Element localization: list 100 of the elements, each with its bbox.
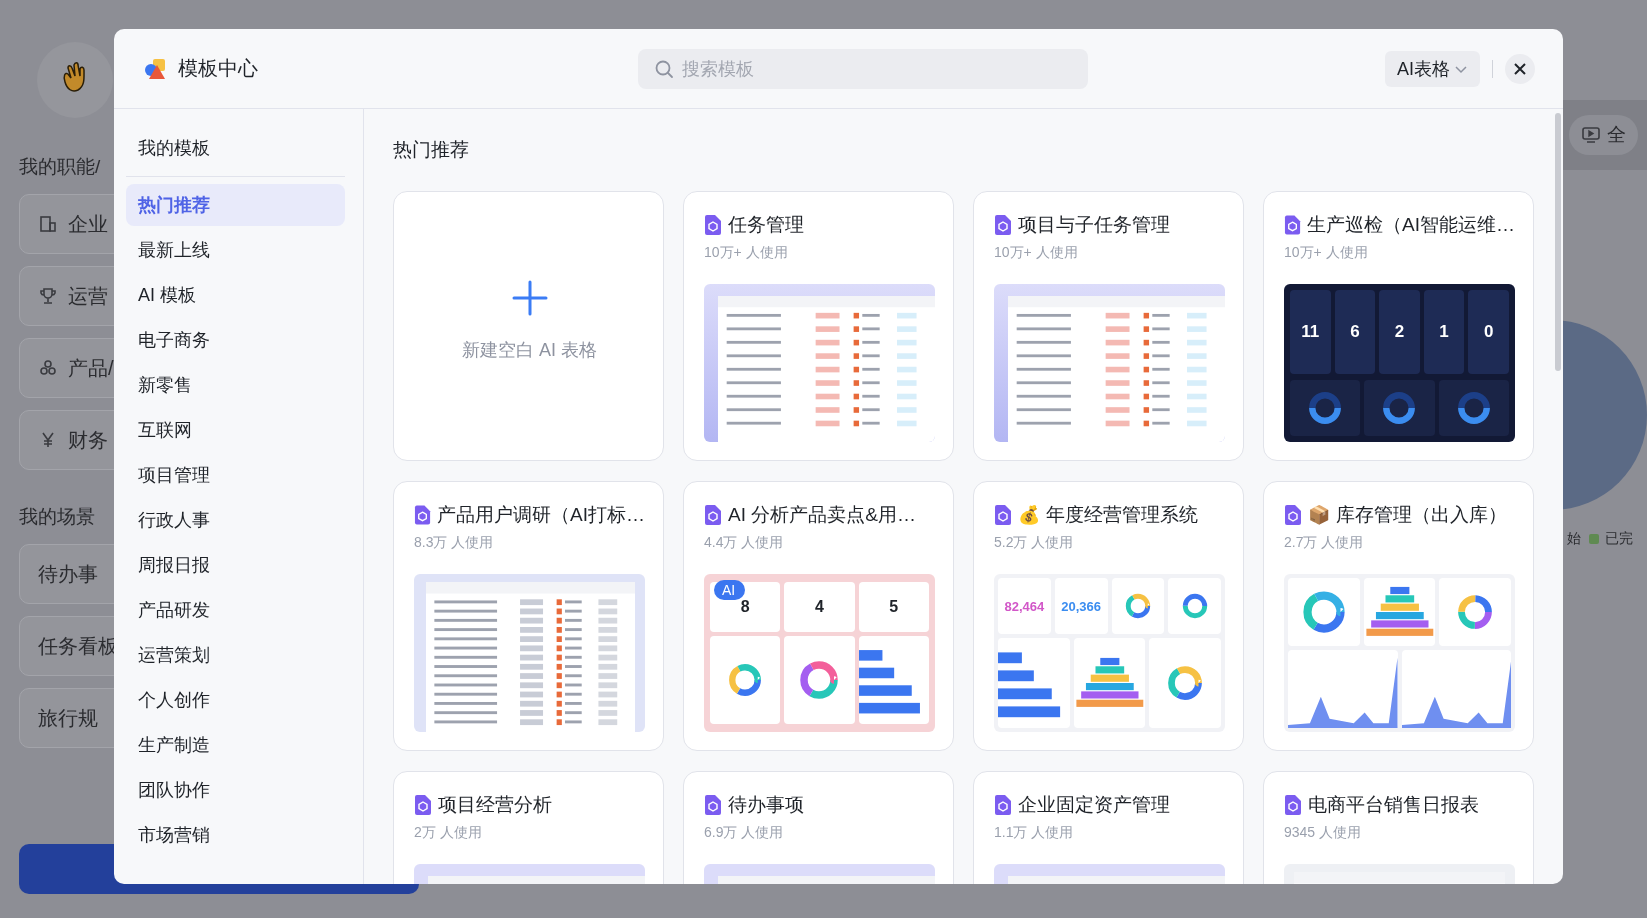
- usage-count: 9345 人使用: [1284, 824, 1363, 842]
- card-title: 待办事项: [728, 793, 804, 817]
- document-icon: [704, 795, 722, 815]
- card-title: 年度经营管理系统: [1046, 503, 1198, 527]
- card-title: 项目经营分析: [438, 793, 552, 817]
- close-button[interactable]: [1505, 53, 1535, 84]
- legend-item: 始: [1567, 530, 1581, 548]
- card-title: 项目与子任务管理: [1018, 213, 1170, 237]
- section-title: 热门推荐: [393, 138, 470, 162]
- usage-count: 5.2万 人使用: [994, 534, 1075, 552]
- stat-number: 5: [889, 598, 899, 616]
- plus-icon: [511, 280, 548, 316]
- stat-number: 1: [1439, 322, 1449, 342]
- stat-number: 4: [815, 598, 824, 616]
- tile-label: 旅行规: [38, 705, 98, 731]
- type-dropdown[interactable]: AI表格: [1385, 50, 1480, 87]
- emoji-icon: 💰: [1018, 506, 1040, 524]
- donut-chart-drawing: [1382, 391, 1417, 425]
- sidebar-item[interactable]: 热门推荐: [126, 184, 345, 226]
- card-title: 企业固定资产管理: [1018, 793, 1170, 817]
- template-card[interactable]: 生产巡检（AI智能运维… 10万+ 人使用 11 6 2 1 0: [1263, 191, 1534, 461]
- donut-chart-drawing: [1181, 593, 1208, 619]
- usage-count: 6.9万 人使用: [704, 824, 785, 842]
- usage-count: 10万+ 人使用: [994, 244, 1079, 262]
- document-icon: [1284, 215, 1302, 235]
- usage-count: 2.7万 人使用: [1284, 534, 1365, 552]
- sidebar-item[interactable]: 市场营销: [126, 814, 345, 856]
- tile-label: 产品/: [68, 355, 114, 381]
- template-card[interactable]: 电商平台销售日报表 9345 人使用: [1263, 771, 1534, 884]
- document-icon: [994, 215, 1012, 235]
- section-heading: 我的场景: [19, 505, 95, 529]
- card-title: 产品用户调研（AI打标…: [437, 503, 645, 527]
- sidebar-item[interactable]: 项目管理: [126, 454, 345, 496]
- sidebar-item[interactable]: 产品研发: [126, 589, 345, 631]
- app-logo-icon: [144, 56, 168, 81]
- trophy-icon: [38, 286, 58, 306]
- donut-chart-drawing: [799, 660, 840, 700]
- document-icon: [994, 795, 1012, 815]
- template-card[interactable]: 项目与子任务管理 10万+ 人使用: [973, 191, 1244, 461]
- sidebar-item[interactable]: 个人创作: [126, 679, 345, 721]
- emoji-icon: 📦: [1308, 506, 1330, 524]
- shapes-icon: [38, 358, 58, 378]
- sidebar-item[interactable]: AI 模板: [126, 274, 345, 316]
- template-card[interactable]: 💰 年度经营管理系统 5.2万 人使用 82,464 20,366: [973, 481, 1244, 751]
- stat-number: 2: [1394, 322, 1405, 342]
- legend-item: 已完: [1589, 530, 1633, 548]
- usage-count: 4.4万 人使用: [704, 534, 785, 552]
- dialog-title: 模板中心: [178, 56, 258, 81]
- document-icon: [1284, 795, 1302, 815]
- donut-chart-drawing: [1456, 391, 1491, 425]
- donut-chart-drawing: [1457, 594, 1494, 630]
- document-icon: [704, 215, 722, 235]
- stat-number: 11: [1301, 322, 1320, 342]
- template-card[interactable]: 项目经营分析 2万 人使用: [393, 771, 664, 884]
- sidebar-item[interactable]: 最新上线: [126, 229, 345, 271]
- donut-chart-drawing: [1167, 665, 1204, 701]
- template-card[interactable]: 📦 库存管理（出入库） 2.7万 人使用: [1263, 481, 1534, 751]
- document-icon: [1284, 505, 1302, 525]
- sidebar-item[interactable]: 周报日报: [126, 544, 345, 586]
- sidebar-item[interactable]: 新零售: [126, 364, 345, 406]
- stat-number: 20,366: [1061, 598, 1101, 614]
- tile-label: 企业: [68, 211, 108, 237]
- template-card[interactable]: 任务管理 10万+ 人使用: [683, 191, 954, 461]
- sidebar-item[interactable]: 生产制造: [126, 724, 345, 766]
- usage-count: 10万+ 人使用: [1284, 244, 1369, 262]
- card-title: 生产巡检（AI智能运维…: [1307, 213, 1515, 237]
- document-icon: [414, 795, 432, 815]
- donut-chart-drawing: [1124, 593, 1151, 619]
- template-card[interactable]: 产品用户调研（AI打标… 8.3万 人使用: [393, 481, 664, 751]
- ai-badge: AI: [714, 580, 746, 600]
- template-card[interactable]: 待办事项 6.9万 人使用: [683, 771, 954, 884]
- card-title: 库存管理（出入库）: [1336, 503, 1507, 527]
- donut-chart-drawing: [728, 663, 763, 697]
- sidebar-item[interactable]: 团队协作: [126, 769, 345, 811]
- monitor-play-icon: [1581, 125, 1601, 145]
- fullscreen-button[interactable]: 全: [1569, 115, 1638, 155]
- usage-count: 1.1万 人使用: [994, 824, 1075, 842]
- tile-label: 待办事: [38, 561, 98, 587]
- sidebar-item[interactable]: 电子商务: [126, 319, 345, 361]
- template-card[interactable]: 企业固定资产管理 1.1万 人使用: [973, 771, 1244, 884]
- donut-chart-drawing: [1301, 590, 1346, 634]
- card-label: 新建空白 AI 表格: [462, 339, 597, 362]
- usage-count: 2万 人使用: [414, 824, 483, 842]
- sidebar-item[interactable]: 互联网: [126, 409, 345, 451]
- section-heading: 我的职能/: [19, 155, 101, 179]
- close-icon: [1513, 61, 1527, 76]
- sidebar-item[interactable]: 我的模板: [126, 127, 345, 169]
- document-icon: [994, 505, 1012, 525]
- sidebar-item[interactable]: 运营策划: [126, 634, 345, 676]
- building-icon: [38, 214, 58, 234]
- sidebar-item[interactable]: 行政人事: [126, 499, 345, 541]
- stat-number: 6: [1350, 322, 1360, 342]
- document-icon: [414, 505, 432, 525]
- template-card[interactable]: AI 分析产品卖点&用… 4.4万 人使用 AI 8 4 5: [683, 481, 954, 751]
- search-field[interactable]: 搜索模板: [638, 49, 1088, 89]
- usage-count: 8.3万 人使用: [414, 534, 495, 552]
- card-title: 电商平台销售日报表: [1308, 793, 1479, 817]
- stat-number: 82,464: [1004, 598, 1045, 614]
- document-icon: [704, 505, 722, 525]
- donut-chart-drawing: [1308, 391, 1343, 425]
